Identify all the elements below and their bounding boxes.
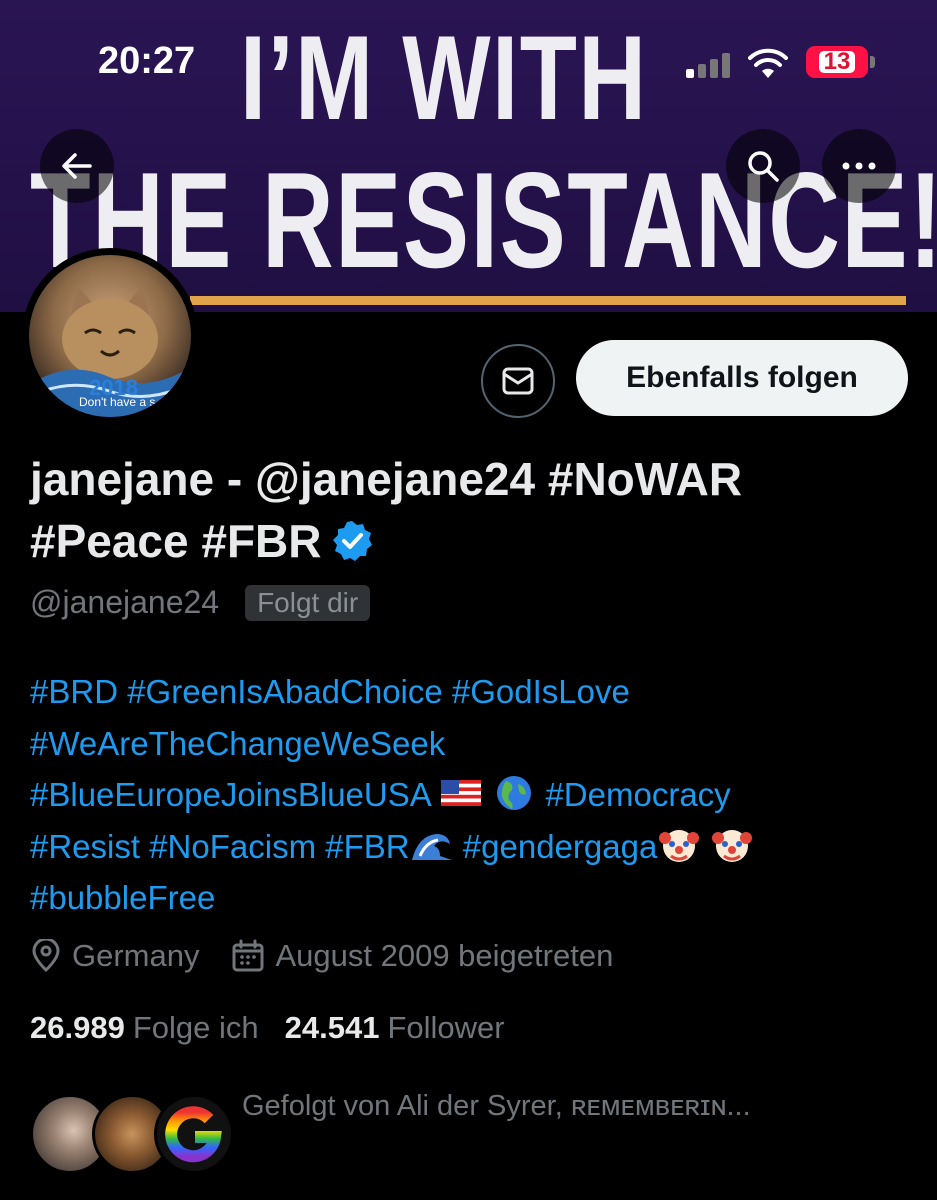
avatar-image: 2018 Don't have a s: [29, 255, 191, 417]
search-icon: [748, 151, 779, 182]
follow-counts: 26.989 Folge ich 24.541 Follower: [30, 1010, 531, 1046]
followers-count[interactable]: 24.541 Follower: [285, 1010, 505, 1046]
followed-by-avatars[interactable]: [30, 1094, 234, 1174]
display-name: janejane - @janejane24 #NoWAR #Peace #FB…: [30, 453, 743, 567]
location-pin-icon: [32, 939, 60, 973]
join-date-text: August 2009 beigetreten: [275, 938, 614, 973]
location: Germany: [30, 938, 199, 974]
avatar: [154, 1094, 234, 1174]
bio-hashtag[interactable]: #Resist #NoFacism #FBR: [30, 828, 410, 865]
back-button[interactable]: [40, 129, 114, 203]
status-time: 20:27: [98, 40, 196, 82]
message-button[interactable]: [481, 344, 555, 418]
bio-hashtag[interactable]: #Democracy: [545, 776, 730, 813]
search-button[interactable]: [726, 129, 800, 203]
location-text: Germany: [72, 938, 200, 973]
battery-nub: [870, 56, 875, 68]
following-label: Folge ich: [132, 1010, 259, 1045]
followed-by-text[interactable]: Gefolgt von Ali der Syrer, ʀᴇᴍᴇᴍʙᴇʀɪɴ...: [242, 1090, 902, 1123]
profile-bio: #BRD #GreenIsAbadChoice #GodIsLove #WeAr…: [30, 666, 920, 924]
follows-you-badge: Folgt dir: [245, 584, 371, 621]
verified-badge-icon[interactable]: [330, 519, 374, 563]
bio-hashtag[interactable]: #gendergaga: [463, 828, 658, 865]
cellular-signal-icon: [686, 52, 732, 78]
bio-line[interactable]: #Resist #NoFacism #FBR #gendergaga: [30, 821, 920, 873]
calendar-icon: [232, 939, 264, 972]
follow-back-button[interactable]: Ebenfalls folgen: [576, 340, 908, 416]
arrow-left-icon: [62, 153, 92, 179]
more-horizontal-icon: [842, 162, 876, 170]
followers-label: Follower: [387, 1010, 505, 1045]
more-button[interactable]: [822, 129, 896, 203]
bio-line[interactable]: #bubbleFree: [30, 872, 920, 924]
battery-indicator: 13: [806, 46, 868, 78]
profile-meta: Germany August 2009 beigetreten: [30, 938, 645, 974]
battery-level: 13: [818, 50, 856, 74]
rainbow-g-logo-icon: [165, 1106, 222, 1163]
following-count[interactable]: 26.989 Folge ich: [30, 1010, 259, 1046]
handle: @janejane24: [30, 584, 220, 620]
following-number: 26.989: [30, 1010, 125, 1045]
wave-icon: [411, 833, 452, 860]
profile-avatar[interactable]: 2018 Don't have a s: [22, 248, 198, 424]
bio-line[interactable]: #WeAreTheChangeWeSeek: [30, 718, 920, 770]
envelope-icon: [502, 367, 534, 395]
bio-line[interactable]: #BlueEuropeJoinsBlueUSA #Democracy: [30, 769, 920, 821]
clown-face-icon: [712, 829, 753, 862]
wifi-icon: [748, 48, 788, 78]
handle-row: @janejane24 Folgt dir: [30, 584, 371, 621]
us-flag-icon: [441, 780, 482, 807]
globe-americas-icon: [497, 776, 532, 811]
banner-text-line1: I’M WITH: [240, 11, 648, 145]
display-name-block: janejane - @janejane24 #NoWAR #Peace #FB…: [30, 448, 910, 572]
avatar-slogan-text: Don't have a s: [79, 395, 156, 409]
join-date: August 2009 beigetreten: [231, 938, 613, 974]
banner-stripe: [190, 296, 906, 305]
bio-hashtag[interactable]: #BlueEuropeJoinsBlueUSA: [30, 776, 430, 813]
followers-number: 24.541: [284, 1010, 380, 1045]
bio-line[interactable]: #BRD #GreenIsAbadChoice #GodIsLove: [30, 666, 920, 718]
clown-face-icon: [659, 829, 700, 862]
